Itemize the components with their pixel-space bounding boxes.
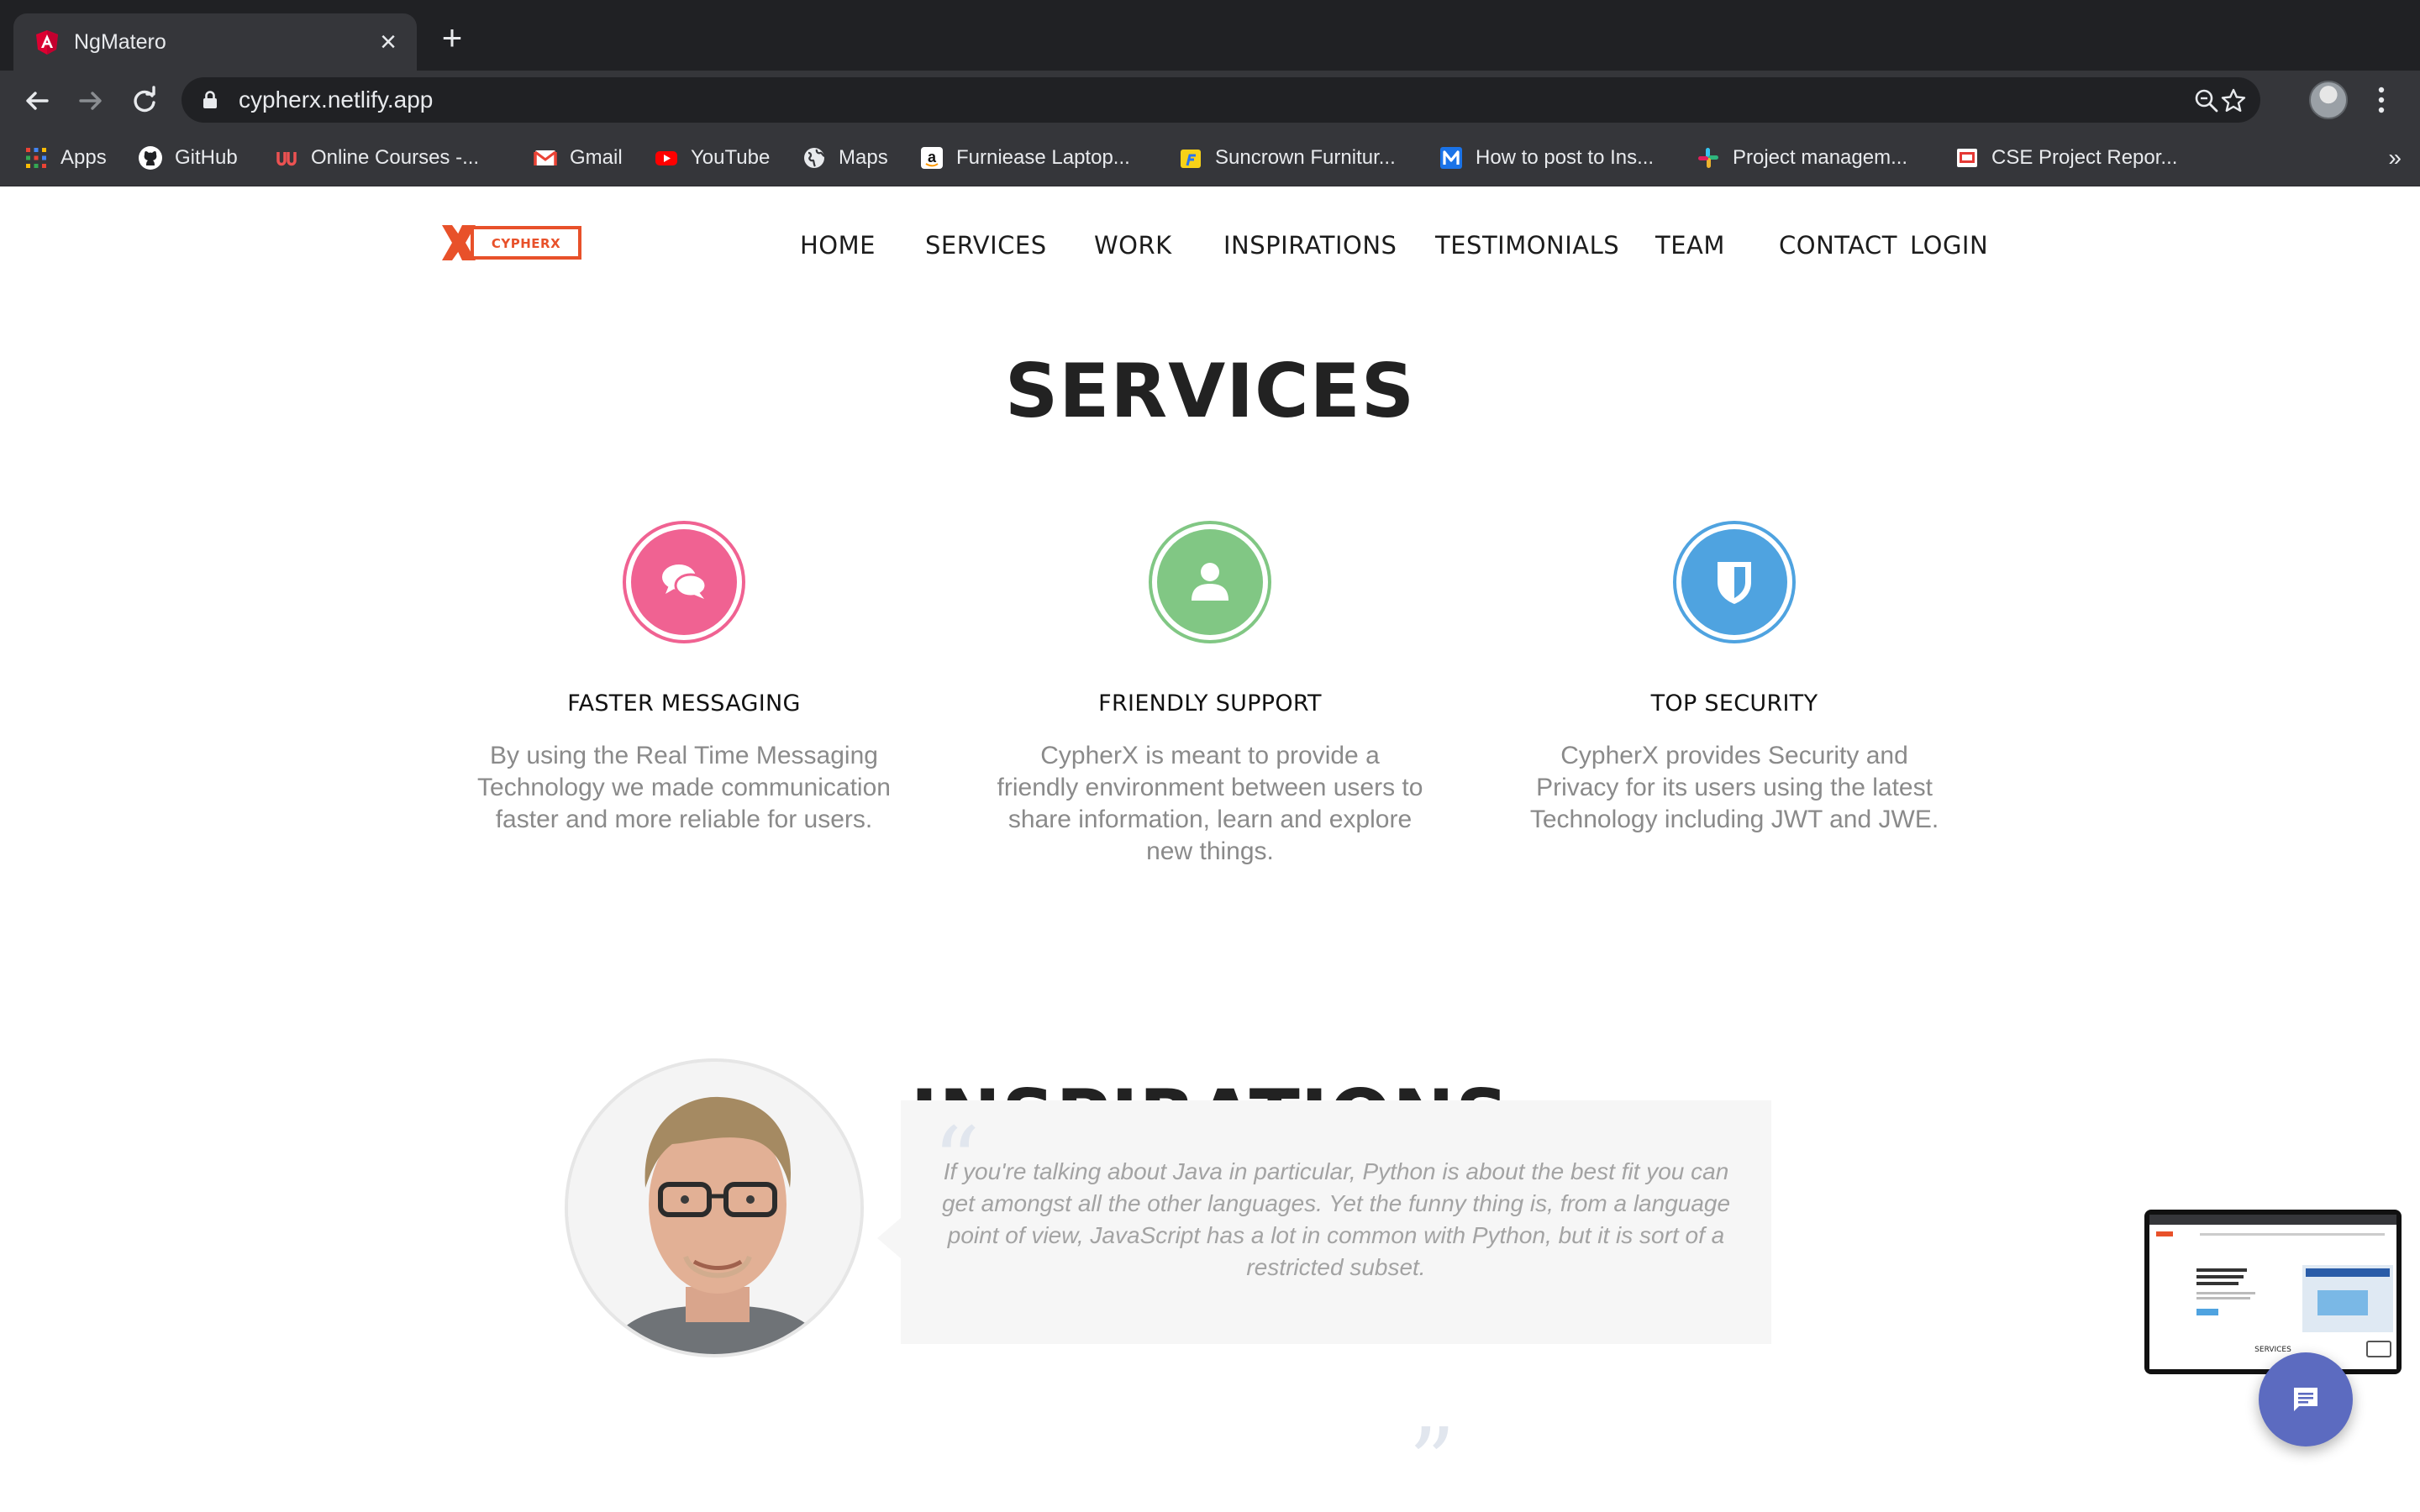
apps-grid-icon <box>26 148 46 168</box>
inspiration-portrait <box>565 1058 864 1357</box>
nav-team[interactable]: TEAM <box>1655 228 1725 262</box>
menu-dots-icon[interactable] <box>2371 81 2391 119</box>
shield-icon <box>1718 562 1751 604</box>
bookmark-maps[interactable]: Maps <box>802 141 888 175</box>
bookmark-label: Maps <box>839 146 888 169</box>
slides-icon <box>1957 149 1977 167</box>
gmail-icon <box>534 150 557 165</box>
flipkart-icon <box>1181 150 1201 168</box>
service-icon-circle <box>1673 521 1796 643</box>
cypherx-logo[interactable]: CYPHERX <box>442 225 581 260</box>
preview-caption: SERVICES <box>2254 1346 2291 1354</box>
service-card-support: FRIENDLY SUPPORT CypherX is meant to pro… <box>992 521 1428 868</box>
amazon-icon: a <box>921 147 943 169</box>
service-card-messaging: FASTER MESSAGING By using the Real Time … <box>466 521 902 836</box>
new-tab-button[interactable]: + <box>435 20 469 55</box>
reload-icon[interactable] <box>128 84 161 118</box>
quote-pointer <box>877 1218 901 1258</box>
bookmark-github[interactable]: GitHub <box>138 141 238 175</box>
back-arrow-icon[interactable] <box>20 84 54 118</box>
bookmark-suncrown[interactable]: Suncrown Furnitur... <box>1178 141 1396 175</box>
service-title: FASTER MESSAGING <box>567 690 801 717</box>
screen: NgMatero × + cypherx.netlify.app Apps Gi… <box>0 0 2420 1512</box>
bookmark-apps[interactable]: Apps <box>24 141 107 175</box>
angular-icon <box>36 30 58 55</box>
bookmark-online-courses[interactable]: Online Courses -... <box>274 141 479 175</box>
medium-icon <box>1440 147 1462 169</box>
browser-tab-strip: NgMatero × + <box>0 0 2420 71</box>
service-description: CypherX is meant to provide a friendly e… <box>997 742 1423 865</box>
address-bar[interactable]: cypherx.netlify.app <box>182 77 2260 123</box>
service-description: By using the Real Time Messaging Technol… <box>477 742 891 833</box>
service-icon-circle <box>1149 521 1271 643</box>
quote-text: If you're talking about Java in particul… <box>941 1158 1731 1280</box>
nav-services[interactable]: SERVICES <box>925 228 1047 262</box>
nav-work[interactable]: WORK <box>1094 228 1172 262</box>
svg-text:CYPHERX: CYPHERX <box>492 236 560 251</box>
bookmark-label: Online Courses -... <box>311 146 480 169</box>
bookmark-furniease[interactable]: a Furniease Laptop... <box>919 141 1130 175</box>
bookmark-star-icon[interactable] <box>2220 87 2247 114</box>
chat-bubbles-icon <box>662 564 708 599</box>
github-icon <box>139 146 162 170</box>
nav-home[interactable]: HOME <box>800 228 876 262</box>
zoom-icon[interactable] <box>2193 87 2220 114</box>
bookmark-cse-project[interactable]: CSE Project Repor... <box>1954 141 2177 175</box>
nav-login[interactable]: LOGIN <box>1910 228 1988 262</box>
service-description: CypherX provides Security and Privacy fo… <box>1529 742 1939 833</box>
youtube-icon <box>655 151 677 165</box>
tab-title: NgMatero <box>74 30 166 54</box>
url-text: cypherx.netlify.app <box>239 87 434 113</box>
bookmark-label: Suncrown Furnitur... <box>1215 146 1396 169</box>
service-title: FRIENDLY SUPPORT <box>1098 690 1322 717</box>
services-heading: SERVICES <box>1004 348 1416 434</box>
bookmark-label: How to post to Ins... <box>1476 146 1655 169</box>
bookmark-gmail[interactable]: Gmail <box>533 141 623 175</box>
bookmark-label: CSE Project Repor... <box>1991 146 2178 169</box>
lock-icon <box>203 91 217 108</box>
bookmark-how-to-post[interactable]: How to post to Ins... <box>1439 141 1654 175</box>
close-quote-icon: ” <box>1408 1408 1456 1512</box>
browser-tab[interactable]: NgMatero × <box>13 13 417 71</box>
slack-icon <box>1698 148 1718 168</box>
bookmark-label: Project managem... <box>1733 146 1908 169</box>
nav-inspirations[interactable]: INSPIRATIONS <box>1223 228 1397 262</box>
forward-arrow-icon[interactable] <box>74 84 108 118</box>
bookmarks-bar: Apps GitHub Online Courses -... Gmail Yo… <box>0 129 2420 186</box>
service-icon-circle <box>623 521 745 643</box>
service-title: TOP SECURITY <box>1650 690 1818 717</box>
profile-avatar[interactable] <box>2309 81 2348 119</box>
bookmark-youtube[interactable]: YouTube <box>654 141 770 175</box>
chat-icon <box>2294 1388 2317 1411</box>
preview-screen: SERVICES <box>2149 1215 2396 1369</box>
person-photo <box>568 1062 860 1354</box>
more-bookmarks-button[interactable]: » <box>2388 141 2402 175</box>
service-card-security: TOP SECURITY CypherX provides Security a… <box>1516 521 1953 836</box>
nav-testimonials[interactable]: TESTIMONIALS <box>1435 228 1619 262</box>
globe-icon <box>804 148 825 168</box>
svg-text:a: a <box>928 149 937 165</box>
bookmark-label: Apps <box>60 146 107 169</box>
bookmark-label: GitHub <box>175 146 238 169</box>
bookmark-label: YouTube <box>691 146 771 169</box>
bookmark-project-management[interactable]: Project managem... <box>1696 141 1907 175</box>
nav-contact[interactable]: CONTACT <box>1779 228 1897 262</box>
screen-share-preview[interactable]: SERVICES <box>2144 1210 2402 1374</box>
bookmark-label: Gmail <box>570 146 623 169</box>
bookmark-label: Furniease Laptop... <box>956 146 1130 169</box>
browser-toolbar: cypherx.netlify.app <box>0 71 2420 129</box>
user-icon <box>1192 563 1228 601</box>
udemy-icon <box>276 152 297 166</box>
close-tab-icon[interactable]: × <box>371 25 405 59</box>
chat-fab-button[interactable] <box>2259 1352 2353 1446</box>
